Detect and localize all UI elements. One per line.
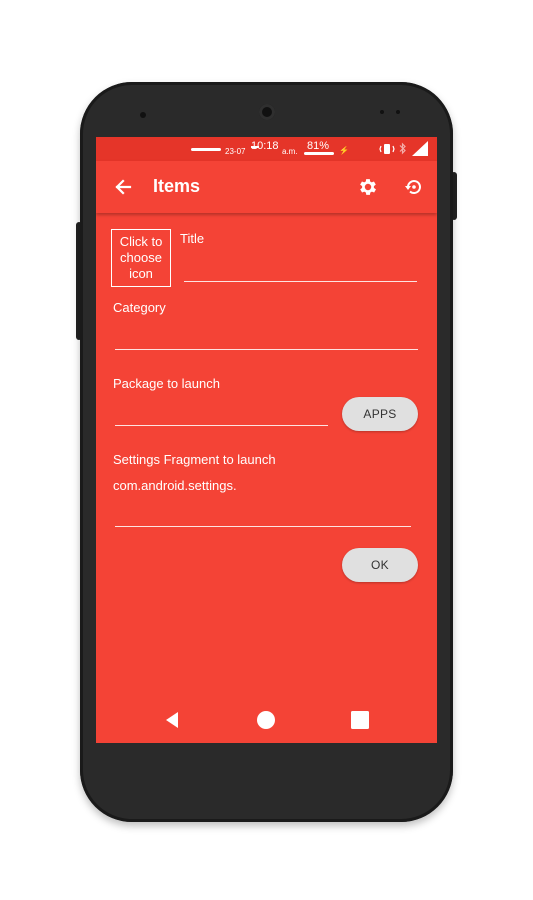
category-underline	[115, 349, 418, 350]
package-underline	[115, 425, 328, 426]
app-toolbar: Items	[96, 161, 437, 213]
apps-button[interactable]: APPS	[342, 397, 418, 431]
choose-icon-label: Click to choose icon	[119, 234, 163, 281]
proximity-sensor	[140, 112, 146, 118]
home-circle-icon[interactable]	[252, 706, 280, 734]
category-input[interactable]	[115, 325, 417, 347]
fragment-label: Settings Fragment to launch	[113, 452, 276, 467]
navigation-bar	[96, 697, 437, 743]
restore-icon[interactable]	[400, 173, 428, 201]
status-date: 23-07	[225, 147, 246, 156]
package-input[interactable]	[115, 399, 327, 421]
front-camera	[259, 104, 275, 120]
battery-percent: 81%	[307, 140, 330, 152]
settings-gear-icon[interactable]	[354, 173, 382, 201]
signal-icon	[412, 141, 428, 159]
light-sensor-2	[396, 110, 400, 114]
vibrate-icon	[379, 143, 395, 158]
page-title: Items	[153, 176, 201, 196]
bluetooth-icon	[399, 142, 407, 158]
recents-square-icon[interactable]	[346, 706, 374, 734]
ok-button[interactable]: OK	[342, 548, 418, 582]
category-label: Category	[113, 300, 166, 315]
back-triangle-icon[interactable]	[158, 706, 186, 734]
back-arrow-icon[interactable]	[109, 173, 137, 201]
package-label: Package to launch	[113, 376, 220, 391]
fragment-input[interactable]: com.android.settings.	[113, 478, 409, 493]
fragment-underline	[115, 526, 411, 527]
app-screen: 23-07 10:18 a.m. 81% ⚡ Items Click to ch…	[96, 137, 437, 743]
battery-bar-icon	[304, 152, 334, 155]
choose-icon-button[interactable]: Click to choose icon	[111, 229, 171, 287]
title-label: Title	[180, 231, 205, 246]
status-time: 10:18	[251, 140, 279, 152]
charging-icon: ⚡	[339, 146, 349, 155]
status-ampm: a.m.	[282, 147, 298, 156]
title-input[interactable]	[184, 257, 416, 279]
title-underline	[184, 281, 417, 282]
status-bar: 23-07 10:18 a.m. 81% ⚡	[96, 137, 437, 161]
progress-bar-icon	[191, 148, 221, 151]
light-sensor	[380, 110, 384, 114]
